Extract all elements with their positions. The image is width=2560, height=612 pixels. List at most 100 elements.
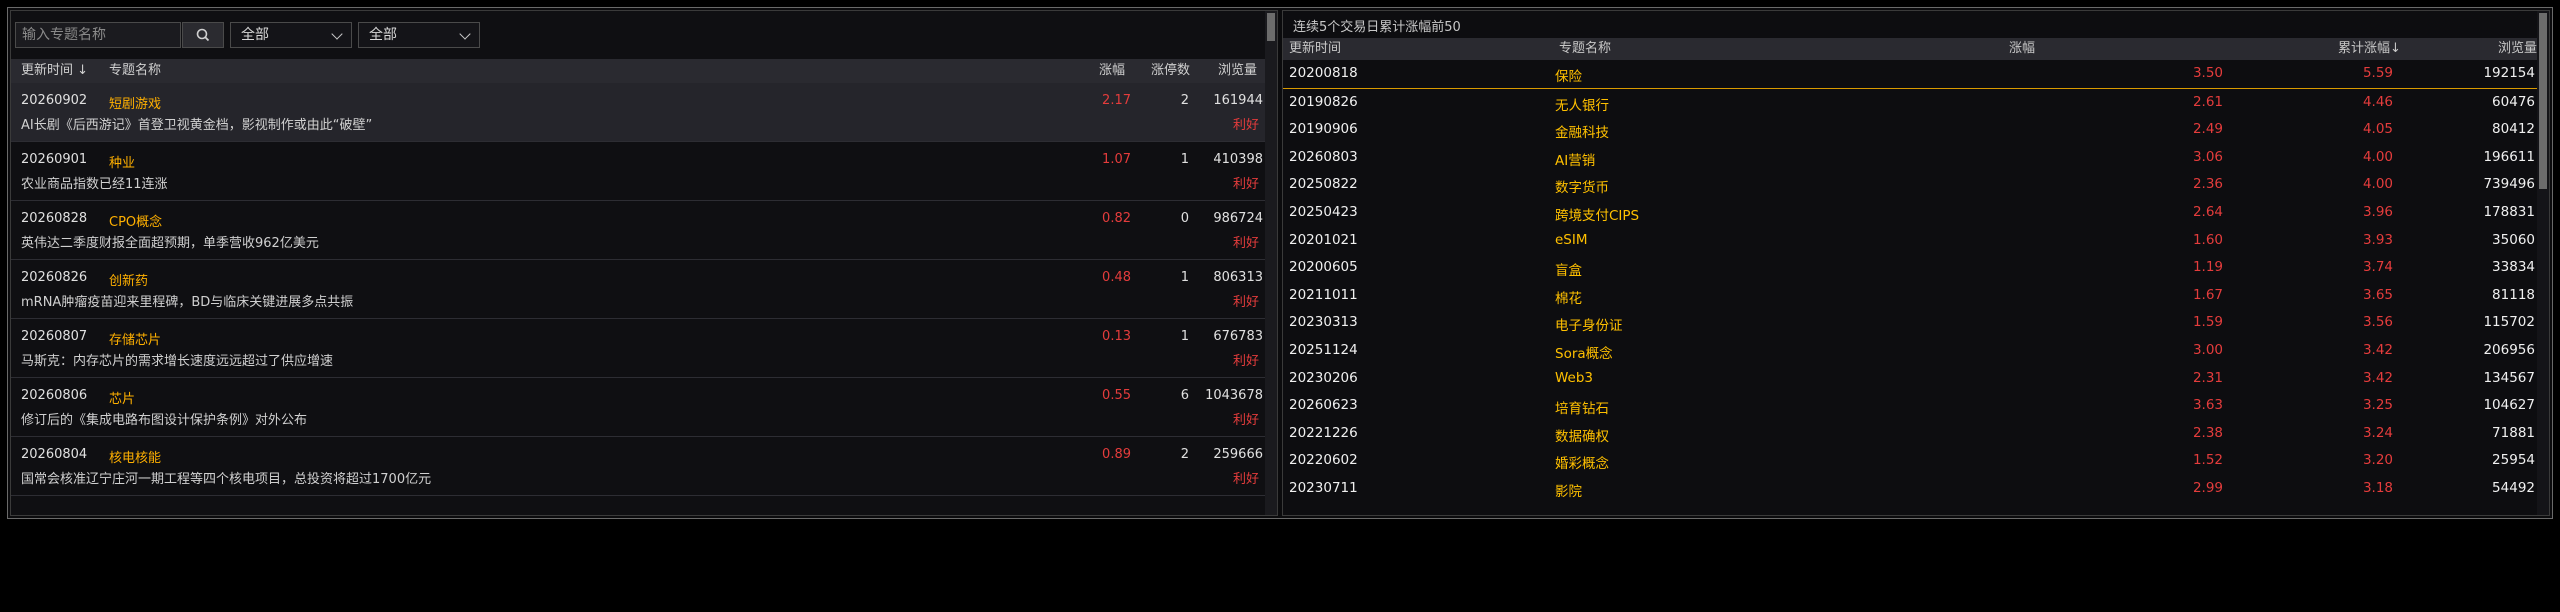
gainer-cum-change: 3.96 [2362, 203, 2393, 220]
topic-name-link[interactable]: CPO概念 [109, 211, 162, 230]
gainer-change: 3.63 [2192, 397, 2223, 414]
topic-news[interactable]: 马斯克：内存芯片的需求增长速度远远超过了供应增速 [21, 350, 333, 369]
header-limit-up[interactable]: 涨停数 [1151, 59, 1190, 83]
gainer-name-link[interactable]: Sora概念 [1555, 342, 1613, 362]
topic-name-link[interactable]: 创新药 [109, 270, 148, 289]
gainer-row[interactable]: 20221226 数据确权 2.38 3.24 71881 [1283, 420, 2539, 448]
gainer-views: 60476 [2492, 93, 2535, 110]
topic-table-header: 更新时间 ↓ 专题名称 涨幅 涨停数 浏览量 [11, 59, 1267, 83]
topic-row[interactable]: 20260828 CPO概念 0.82 0 986724 英伟达二季度财报全面超预期，单季… [11, 201, 1267, 260]
topic-row[interactable]: 20260902 短剧游戏 2.17 2 161944 AI长剧《后西游记》首登卫视黄金档… [11, 83, 1267, 142]
gainer-cum-change: 3.42 [2362, 369, 2393, 386]
topic-date: 20260807 [21, 329, 88, 344]
right-scrollbar-thumb[interactable] [2539, 13, 2547, 189]
gainer-row[interactable]: 20200605 盲盒 1.19 3.74 33834 [1283, 254, 2539, 282]
topic-views: 410398 [1213, 152, 1263, 167]
gainer-row[interactable]: 20251124 Sora概念 3.00 3.42 206956 [1283, 337, 2539, 365]
gainer-name-link[interactable]: 数字货币 [1555, 176, 1609, 196]
topic-views: 986724 [1213, 211, 1263, 226]
gainer-change: 1.19 [2192, 259, 2223, 276]
gainer-date: 20201021 [1289, 231, 1358, 248]
topic-name-link[interactable]: 核电核能 [109, 447, 161, 466]
gainer-name-link[interactable]: 数据确权 [1555, 425, 1609, 445]
filter-select-1[interactable]: 全部 [230, 22, 352, 48]
topic-news[interactable]: AI长剧《后西游记》首登卫视黄金档，影视制作或由此“破壁” [21, 114, 372, 133]
gainer-name-link[interactable]: 培育钻石 [1555, 397, 1609, 417]
gainer-views: 115702 [2483, 314, 2535, 331]
news-tag: 利好 [1232, 295, 1259, 310]
gainer-row[interactable]: 20230711 影院 2.99 3.18 54492 [1283, 475, 2539, 503]
topic-limit-up: 2 [1180, 93, 1189, 108]
gainer-date: 20230313 [1289, 314, 1358, 331]
header-views[interactable]: 浏览量 [2498, 38, 2537, 60]
chevron-down-icon [459, 28, 471, 40]
topic-name-link[interactable]: 种业 [109, 152, 135, 171]
topic-row[interactable]: 20260826 创新药 0.48 1 806313 mRNA肿瘤疫苗迎来里程碑，BD与临… [11, 260, 1267, 319]
topic-news[interactable]: 修订后的《集成电路布图设计保护条例》对外公布 [21, 409, 307, 428]
topic-name-link[interactable]: 短剧游戏 [109, 93, 161, 112]
gainer-row[interactable]: 20250822 数字货币 2.36 4.00 739496 [1283, 171, 2539, 199]
search-button[interactable] [182, 22, 224, 48]
topic-news[interactable]: 国常会核准辽宁庄河一期工程等四个核电项目，总投资将超过1700亿元 [21, 468, 431, 487]
gainer-name-link[interactable]: 保险 [1555, 65, 1582, 85]
topic-views: 259666 [1213, 447, 1263, 462]
gainer-name-link[interactable]: 跨境支付CIPS [1555, 204, 1639, 224]
topic-news[interactable]: mRNA肿瘤疫苗迎来里程碑，BD与临床关键进展多点共振 [21, 291, 353, 310]
topic-name-link[interactable]: 芯片 [109, 388, 135, 407]
gainer-name-link[interactable]: 影院 [1555, 480, 1582, 500]
topic-news[interactable]: 农业商品指数已经11连涨 [21, 173, 168, 192]
gainer-row[interactable]: 20230206 Web3 2.31 3.42 134567 [1283, 365, 2539, 393]
gainer-name-link[interactable]: 棉花 [1555, 287, 1582, 307]
gainer-row[interactable]: 20190906 金融科技 2.49 4.05 80412 [1283, 116, 2539, 144]
topic-row[interactable]: 20260806 芯片 0.55 6 1043678 修订后的《集成电路布图设计保护条例》… [11, 378, 1267, 437]
left-scrollbar-thumb[interactable] [1267, 13, 1275, 41]
gainer-name-link[interactable]: eSIM [1555, 232, 1588, 248]
gainer-name-link[interactable]: Web3 [1555, 370, 1593, 386]
topic-name-link[interactable]: 存储芯片 [109, 329, 161, 348]
header-views[interactable]: 浏览量 [1218, 59, 1257, 83]
topic-row[interactable]: 20260901 种业 1.07 1 410398 农业商品指数已经11连涨 利好 [11, 142, 1267, 201]
gainer-name-link[interactable]: 金融科技 [1555, 121, 1609, 141]
gainer-name-link[interactable]: 无人银行 [1555, 94, 1609, 114]
left-scrollbar[interactable] [1265, 11, 1277, 515]
topic-views: 676783 [1213, 329, 1263, 344]
chevron-down-icon [331, 28, 343, 40]
topic-row[interactable]: 20260804 核电核能 0.89 2 259666 国常会核准辽宁庄河一期工程等四个核… [11, 437, 1267, 496]
gainer-name-link[interactable]: 电子身份证 [1555, 314, 1623, 334]
gainer-row[interactable]: 20260623 培育钻石 3.63 3.25 104627 [1283, 392, 2539, 420]
gainer-row[interactable]: 20190826 无人银行 2.61 4.46 60476 [1283, 89, 2539, 117]
header-update-time[interactable]: 更新时间 ↓ [21, 59, 88, 83]
gainer-row[interactable]: 20200818 保险 3.50 5.59 192154 [1283, 60, 2539, 89]
gainer-name-link[interactable]: 婚彩概念 [1555, 452, 1609, 472]
gainer-row[interactable]: 20230313 电子身份证 1.59 3.56 115702 [1283, 309, 2539, 337]
topic-date: 20260901 [21, 152, 88, 167]
gainer-views: 54492 [2492, 479, 2535, 496]
topic-row[interactable]: 20260807 存储芯片 0.13 1 676783 马斯克：内存芯片的需求增长速度远远… [11, 319, 1267, 378]
gainer-row[interactable]: 20211011 棉花 1.67 3.65 81118 [1283, 282, 2539, 310]
header-cum-change[interactable]: 累计涨幅↓ [2338, 38, 2401, 60]
header-topic-name: 专题名称 [109, 63, 162, 78]
gainer-date: 20211011 [1289, 286, 1358, 303]
gainer-row[interactable]: 20250423 跨境支付CIPS 2.64 3.96 178831 [1283, 199, 2539, 227]
header-change[interactable]: 涨幅 [1099, 59, 1125, 83]
header-change[interactable]: 涨幅 [2009, 38, 2035, 60]
topic-change: 0.89 [1102, 447, 1131, 462]
search-input[interactable]: 输入专题名称 [15, 22, 181, 48]
gainer-row[interactable]: 20220602 婚彩概念 1.52 3.20 25954 [1283, 447, 2539, 475]
news-tag: 利好 [1232, 354, 1259, 369]
topic-news[interactable]: 英伟达二季度财报全面超预期，单季营收962亿美元 [21, 232, 319, 251]
gainer-row[interactable]: 20201021 eSIM 1.60 3.93 35060 [1283, 227, 2539, 255]
gainer-name-link[interactable]: 盲盒 [1555, 259, 1582, 279]
gainer-views: 25954 [2492, 452, 2535, 469]
filter-select-2[interactable]: 全部 [358, 22, 480, 48]
gainer-change: 2.36 [2192, 176, 2223, 193]
topic-views: 806313 [1213, 270, 1263, 285]
news-tag: 利好 [1232, 472, 1259, 487]
gainer-change: 2.49 [2192, 121, 2223, 138]
right-scrollbar[interactable] [2537, 11, 2549, 515]
gainer-row[interactable]: 20260803 AI营销 3.06 4.00 196611 [1283, 144, 2539, 172]
gainer-cum-change: 5.59 [2362, 65, 2393, 81]
topic-list: 20260902 短剧游戏 2.17 2 161944 AI长剧《后西游记》首登卫视黄金档… [11, 83, 1267, 496]
gainer-name-link[interactable]: AI营销 [1555, 149, 1595, 169]
header-update-time[interactable]: 更新时间 [1289, 38, 1341, 60]
